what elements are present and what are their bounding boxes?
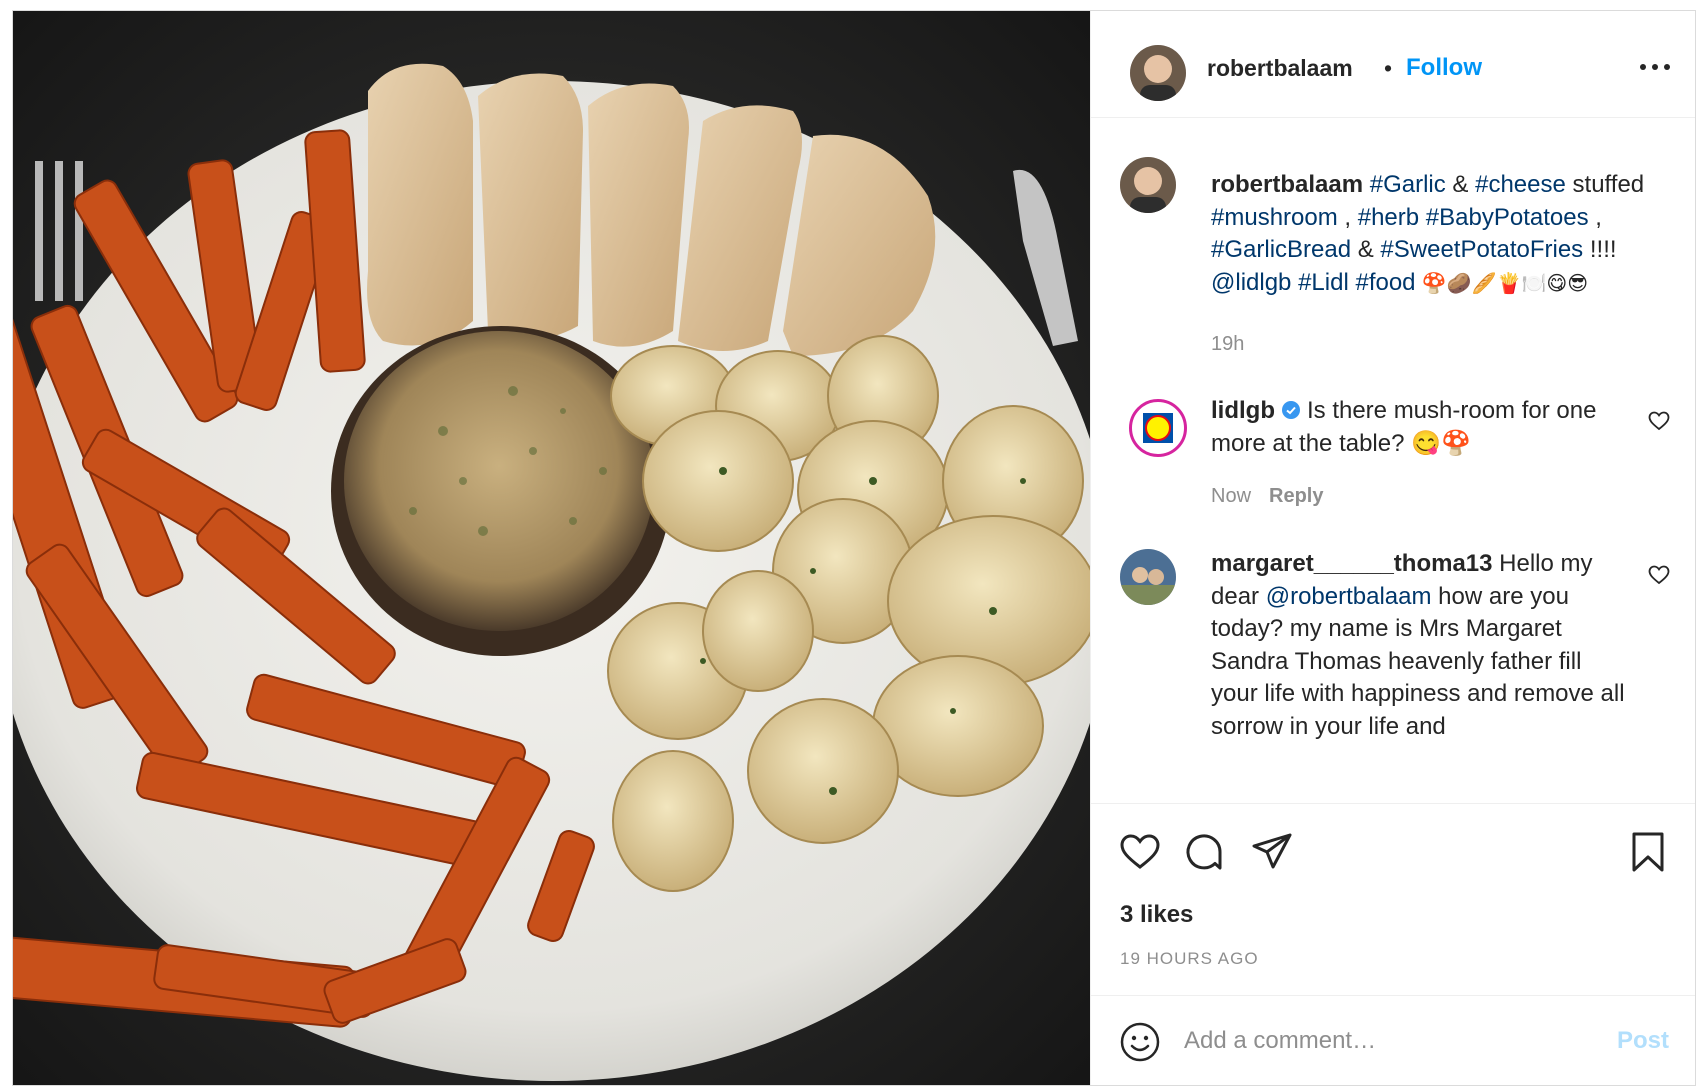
comment-2-mention[interactable]: @robertbalaam	[1266, 583, 1432, 610]
comment-1-time[interactable]: Now	[1211, 485, 1251, 507]
caption-hashtag[interactable]: #GarlicBread	[1211, 236, 1351, 263]
reply-button[interactable]: Reply	[1269, 485, 1323, 507]
person-avatar-icon	[1130, 45, 1186, 101]
likes-count[interactable]: 3 likes	[1120, 901, 1193, 929]
emoji-smiley-icon[interactable]	[1120, 1022, 1160, 1062]
comment-1: lidlgb Is there mush-room for one more at…	[1211, 395, 1631, 460]
follow-button[interactable]: Follow	[1406, 54, 1482, 82]
caption-hashtag[interactable]: @lidlgb	[1211, 269, 1291, 296]
heart-icon[interactable]	[1118, 830, 1162, 874]
post-header: robertbalaam • Follow	[1091, 11, 1695, 118]
caption-time[interactable]: 19h	[1211, 333, 1244, 356]
person-avatar-icon	[1120, 157, 1176, 213]
comment-1-meta: Now Reply	[1211, 485, 1323, 508]
comments-list[interactable]: robertbalaam #Garlic & #cheese stuffed #…	[1091, 119, 1695, 803]
caption-hashtag[interactable]: #BabyPotatoes	[1426, 204, 1589, 231]
verified-badge-icon	[1281, 401, 1300, 419]
caption-hashtag[interactable]: #cheese	[1475, 171, 1566, 198]
post-modal: robertbalaam • Follow robertbalaam #Garl…	[12, 10, 1696, 1086]
caption-avatar[interactable]	[1120, 157, 1176, 213]
comment-icon[interactable]	[1182, 830, 1226, 874]
comment-like-heart-icon[interactable]	[1647, 563, 1671, 587]
caption-hashtag[interactable]: #Lidl	[1298, 269, 1349, 296]
lidl-avatar[interactable]	[1129, 399, 1187, 457]
person-avatar-icon	[1120, 549, 1176, 605]
post-side-panel: robertbalaam • Follow robertbalaam #Garl…	[1090, 11, 1695, 1085]
caption-text-segment: ,	[1588, 203, 1602, 231]
caption-hashtag[interactable]: #mushroom	[1211, 204, 1338, 231]
bookmark-icon[interactable]	[1626, 830, 1670, 874]
lidl-logo-icon	[1135, 405, 1181, 451]
post-image[interactable]	[13, 11, 1090, 1085]
caption-text-segment: ,	[1337, 203, 1358, 231]
caption-hashtag[interactable]: #SweetPotatoFries	[1380, 236, 1583, 263]
caption-text-segment	[1419, 204, 1426, 231]
post-actions: 3 likes 19 HOURS AGO	[1091, 803, 1695, 995]
food-photo	[13, 11, 1090, 1085]
caption-emoji: 🍄🥔🥖🍟🍽️😋😎	[1415, 270, 1589, 295]
author-avatar[interactable]	[1130, 45, 1186, 101]
caption-text-segment: stuffed	[1565, 171, 1645, 198]
comment-input[interactable]	[1184, 1018, 1564, 1064]
more-horizontal-icon[interactable]	[1635, 55, 1675, 79]
separator-dot: •	[1384, 55, 1393, 81]
caption-hashtag[interactable]: #food	[1355, 269, 1415, 296]
comment-1-username[interactable]: lidlgb	[1211, 397, 1275, 424]
post-caption: robertbalaam #Garlic & #cheese stuffed #…	[1211, 169, 1661, 299]
author-username[interactable]: robertbalaam	[1207, 55, 1353, 82]
margaret-avatar[interactable]	[1120, 549, 1176, 605]
post-timestamp[interactable]: 19 HOURS AGO	[1120, 949, 1259, 969]
caption-text-segment: &	[1351, 236, 1381, 263]
caption-hashtag[interactable]: #herb	[1358, 204, 1419, 231]
caption-text-segment: &	[1445, 171, 1476, 198]
add-comment-bar: Post	[1091, 995, 1695, 1085]
caption-text-segment: !!!!	[1583, 236, 1617, 263]
caption-hashtag[interactable]: #Garlic	[1370, 171, 1446, 198]
comment-like-heart-icon[interactable]	[1647, 409, 1671, 433]
comment-2-username[interactable]: margaret______thoma13	[1211, 550, 1493, 577]
caption-username[interactable]: robertbalaam	[1211, 171, 1363, 198]
comment-2: margaret______thoma13 Hello my dear @rob…	[1211, 548, 1631, 743]
share-icon[interactable]	[1250, 830, 1294, 874]
post-comment-button[interactable]: Post	[1617, 1027, 1669, 1055]
